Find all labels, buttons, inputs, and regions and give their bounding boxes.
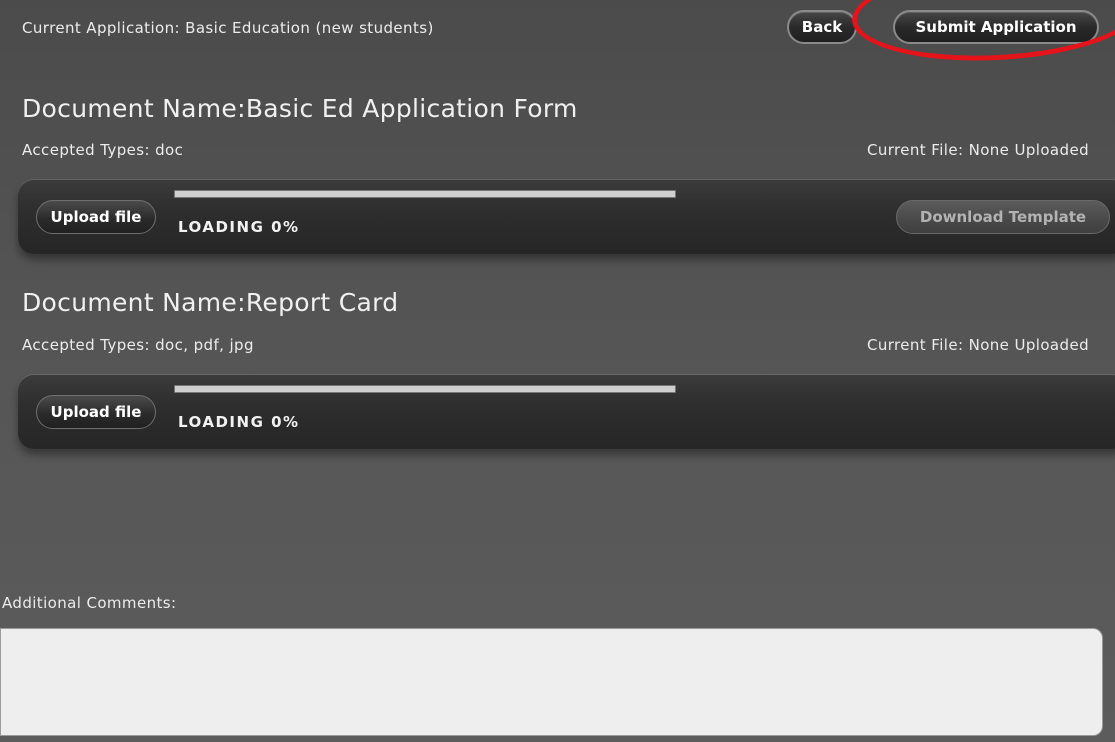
current-file-label: Current File: None Uploaded — [866, 336, 1089, 354]
additional-comments-input[interactable] — [0, 628, 1103, 736]
loading-status: LOADING 0% — [178, 218, 300, 236]
submit-application-button[interactable]: Submit Application — [893, 10, 1099, 44]
upload-progress-bar — [174, 385, 676, 393]
accepted-types-label: Accepted Types: doc, pdf, jpg — [22, 336, 254, 354]
upload-file-button[interactable]: Upload file — [36, 395, 156, 429]
application-panel: Current Application: Basic Education (ne… — [0, 0, 1115, 742]
back-button[interactable]: Back — [787, 10, 857, 44]
current-file-label: Current File: None Uploaded — [866, 141, 1089, 159]
download-template-button[interactable]: Download Template — [896, 200, 1110, 234]
additional-comments-label: Additional Comments: — [2, 594, 177, 612]
upload-bar: Upload file LOADING 0% — [18, 375, 1115, 449]
upload-file-button[interactable]: Upload file — [36, 200, 156, 234]
current-application-label: Current Application: Basic Education (ne… — [22, 19, 434, 37]
document-title: Document Name:Basic Ed Application Form — [22, 94, 578, 123]
upload-bar: Upload file LOADING 0% Download Template — [18, 180, 1115, 254]
accepted-types-label: Accepted Types: doc — [22, 141, 184, 159]
loading-status: LOADING 0% — [178, 413, 300, 431]
document-title: Document Name:Report Card — [22, 288, 399, 317]
upload-progress-bar — [174, 190, 676, 198]
